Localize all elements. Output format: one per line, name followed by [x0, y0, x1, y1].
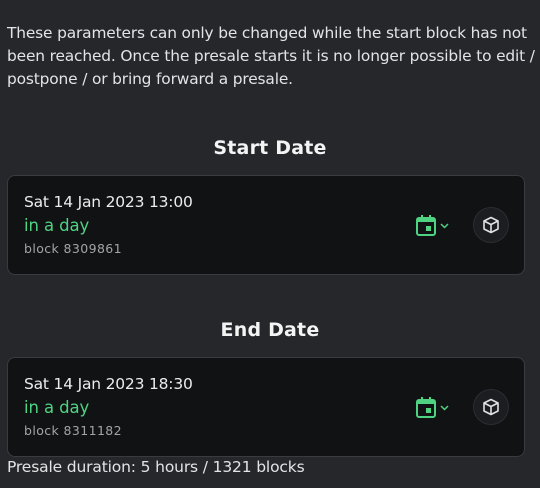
start-block-number: block 8309861	[24, 241, 123, 256]
start-date-card: Sat 14 Jan 2023 13:00 in a day block 830…	[7, 175, 525, 275]
end-date-value: Sat 14 Jan 2023 18:30	[24, 375, 193, 393]
end-date-relative: in a day	[24, 398, 90, 417]
chevron-down-icon	[440, 405, 449, 411]
info-text: These parameters can only be changed whi…	[7, 24, 535, 88]
cube-icon	[483, 216, 499, 234]
start-date-picker-button[interactable]	[414, 212, 454, 240]
end-block-button[interactable]	[473, 389, 509, 425]
end-block-number: block 8311182	[24, 423, 123, 438]
presale-schedule-panel: These parameters can only be changed whi…	[0, 0, 540, 488]
start-date-value: Sat 14 Jan 2023 13:00	[24, 193, 193, 211]
end-date-card: Sat 14 Jan 2023 18:30 in a day block 831…	[7, 357, 525, 457]
start-block-button[interactable]	[473, 207, 509, 243]
calendar-icon	[416, 215, 436, 236]
presale-duration: Presale duration: 5 hours / 1321 blocks	[7, 458, 305, 476]
end-date-title: End Date	[220, 319, 320, 341]
start-date-title: Start Date	[213, 137, 327, 159]
start-date-relative: in a day	[24, 216, 90, 235]
end-date-picker-button[interactable]	[414, 394, 454, 422]
calendar-icon	[416, 397, 436, 418]
cube-icon	[483, 398, 499, 416]
chevron-down-icon	[440, 223, 449, 229]
